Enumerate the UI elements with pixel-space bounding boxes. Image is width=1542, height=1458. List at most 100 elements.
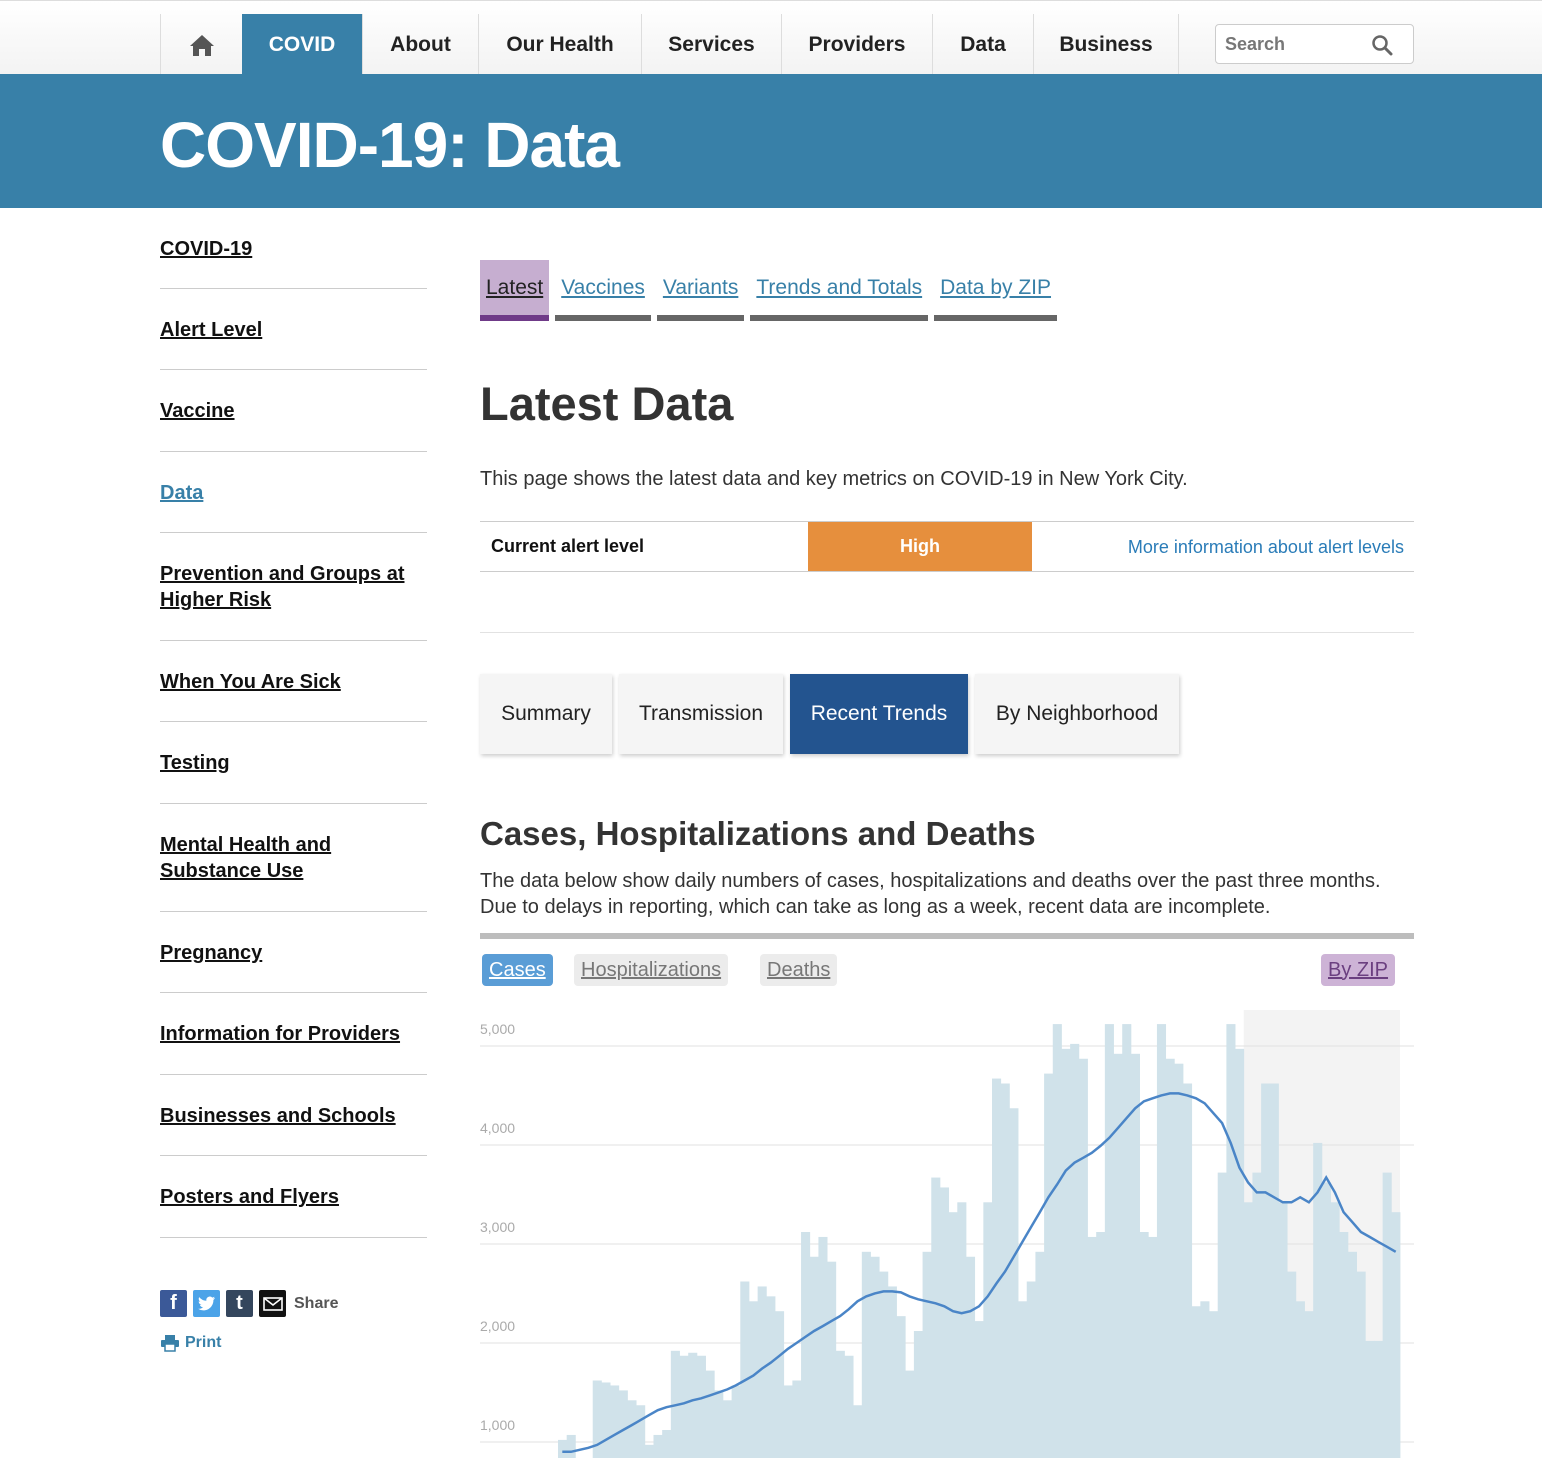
tab-vaccines[interactable]: Vaccines — [555, 260, 651, 321]
facebook-icon[interactable]: f — [160, 1290, 187, 1317]
bar — [861, 1251, 871, 1458]
bar — [939, 1187, 950, 1458]
bar — [1113, 1053, 1123, 1458]
sidebar-item-vaccine[interactable]: Vaccine — [160, 370, 427, 452]
nav-home[interactable] — [160, 14, 242, 75]
bar — [705, 1370, 715, 1458]
bar — [792, 1380, 802, 1458]
bar — [722, 1400, 733, 1458]
y-tick-label: 4,000 — [480, 1120, 515, 1136]
bar — [905, 1370, 915, 1458]
nav-business[interactable]: Business — [1033, 14, 1179, 75]
toggle-by-zip[interactable]: By ZIP — [1321, 954, 1396, 986]
sidebar-item-testing[interactable]: Testing — [160, 722, 427, 804]
nav-about[interactable]: About — [362, 14, 478, 75]
bar — [636, 1405, 646, 1458]
bar — [696, 1355, 706, 1458]
sidebar-item-prevention[interactable]: Prevention and Groups at Higher Risk — [160, 533, 427, 641]
email-icon[interactable] — [259, 1290, 286, 1317]
bar — [896, 1316, 906, 1458]
bar — [983, 1202, 993, 1458]
nav-data[interactable]: Data — [932, 14, 1033, 75]
alert-info-link[interactable]: More information about alert levels — [1128, 537, 1404, 558]
bar — [1174, 1063, 1184, 1458]
bar — [835, 1350, 845, 1458]
tab-by-neighborhood[interactable]: By Neighborhood — [975, 674, 1179, 754]
sidebar-item-when-sick[interactable]: When You Are Sick — [160, 641, 427, 722]
bar — [957, 1202, 967, 1458]
bar — [1382, 1172, 1392, 1458]
print-link[interactable]: Print — [160, 1334, 221, 1352]
search-icon[interactable] — [1371, 34, 1393, 56]
toggle-cases[interactable]: Cases — [482, 954, 553, 986]
page-banner: COVID-19: Data — [0, 74, 1542, 208]
bar — [1139, 1232, 1149, 1458]
bar — [887, 1286, 897, 1458]
tab-latest[interactable]: Latest — [480, 260, 550, 321]
bar — [870, 1256, 880, 1458]
sidebar-item-alert-level[interactable]: Alert Level — [160, 289, 427, 370]
sidebar-item-providers-info[interactable]: Information for Providers — [160, 993, 427, 1075]
y-tick-label: 3,000 — [480, 1219, 515, 1235]
sidebar-item-covid-19[interactable]: COVID-19 — [160, 208, 427, 289]
bar — [1096, 1232, 1106, 1458]
section-heading: Latest Data — [480, 377, 734, 430]
bar — [1018, 1301, 1028, 1458]
tab-transmission[interactable]: Transmission — [619, 674, 783, 754]
alert-level-badge: High — [808, 522, 1032, 571]
bar — [662, 1430, 672, 1458]
search-input[interactable] — [1216, 25, 1376, 63]
sidebar-item-businesses-schools[interactable]: Businesses and Schools — [160, 1075, 427, 1156]
bar — [992, 1078, 1002, 1458]
sidebar-item-pregnancy[interactable]: Pregnancy — [160, 912, 427, 993]
bar — [1321, 1182, 1331, 1458]
chart-plot: 1,000 2,000 3,000 4,000 5,000 — [480, 1010, 1414, 1458]
tumblr-icon[interactable]: t — [226, 1290, 253, 1317]
alert-level-label: Current alert level — [491, 536, 645, 556]
nav-covid[interactable]: COVID — [242, 14, 362, 75]
bar — [1269, 1083, 1279, 1458]
cases-chart: Cases Hospitalizations Deaths By ZIP 1,0… — [480, 933, 1414, 1458]
nav-bar: COVID About Our Health Services Provider… — [160, 14, 1179, 75]
sidebar-item-posters-flyers[interactable]: Posters and Flyers — [160, 1156, 427, 1238]
bar — [1261, 1083, 1271, 1458]
sidebar-item-mental-health[interactable]: Mental Health and Substance Use — [160, 804, 427, 912]
y-tick-label: 2,000 — [480, 1318, 515, 1334]
sidebar-item-data[interactable]: Data — [160, 452, 427, 533]
tab-trends-totals[interactable]: Trends and Totals — [750, 260, 929, 321]
bar — [1035, 1251, 1045, 1458]
bar — [714, 1390, 724, 1458]
bar — [879, 1271, 889, 1458]
page-title: COVID-19: Data — [160, 109, 620, 181]
bar — [1122, 1024, 1132, 1458]
bar — [1200, 1301, 1210, 1458]
twitter-icon[interactable] — [193, 1290, 220, 1317]
bar — [948, 1212, 958, 1458]
bar — [809, 1256, 819, 1458]
bar — [783, 1385, 793, 1458]
toggle-deaths[interactable]: Deaths — [760, 954, 838, 986]
nav-providers[interactable]: Providers — [781, 14, 932, 75]
bar — [1061, 1048, 1071, 1458]
bar — [1252, 1172, 1262, 1458]
bar — [1295, 1301, 1305, 1458]
bar — [965, 1256, 976, 1458]
bar — [1078, 1058, 1088, 1458]
bar — [688, 1352, 698, 1458]
nav-services[interactable]: Services — [641, 14, 781, 75]
bar — [818, 1236, 828, 1458]
toggle-hospitalizations[interactable]: Hospitalizations — [574, 954, 729, 986]
bar — [974, 1321, 984, 1458]
bar — [1217, 1172, 1227, 1458]
tab-summary[interactable]: Summary — [480, 674, 612, 754]
tab-variants[interactable]: Variants — [656, 260, 745, 321]
bar — [766, 1296, 776, 1458]
bar — [1104, 1024, 1114, 1458]
tab-recent-trends[interactable]: Recent Trends — [790, 674, 968, 754]
bar — [748, 1301, 759, 1458]
tab-data-by-zip[interactable]: Data by ZIP — [934, 260, 1058, 321]
share-label[interactable]: Share — [294, 1295, 338, 1313]
bar — [1347, 1251, 1357, 1458]
intro-text: This page shows the latest data and key … — [480, 468, 1188, 490]
nav-our-health[interactable]: Our Health — [478, 14, 641, 75]
